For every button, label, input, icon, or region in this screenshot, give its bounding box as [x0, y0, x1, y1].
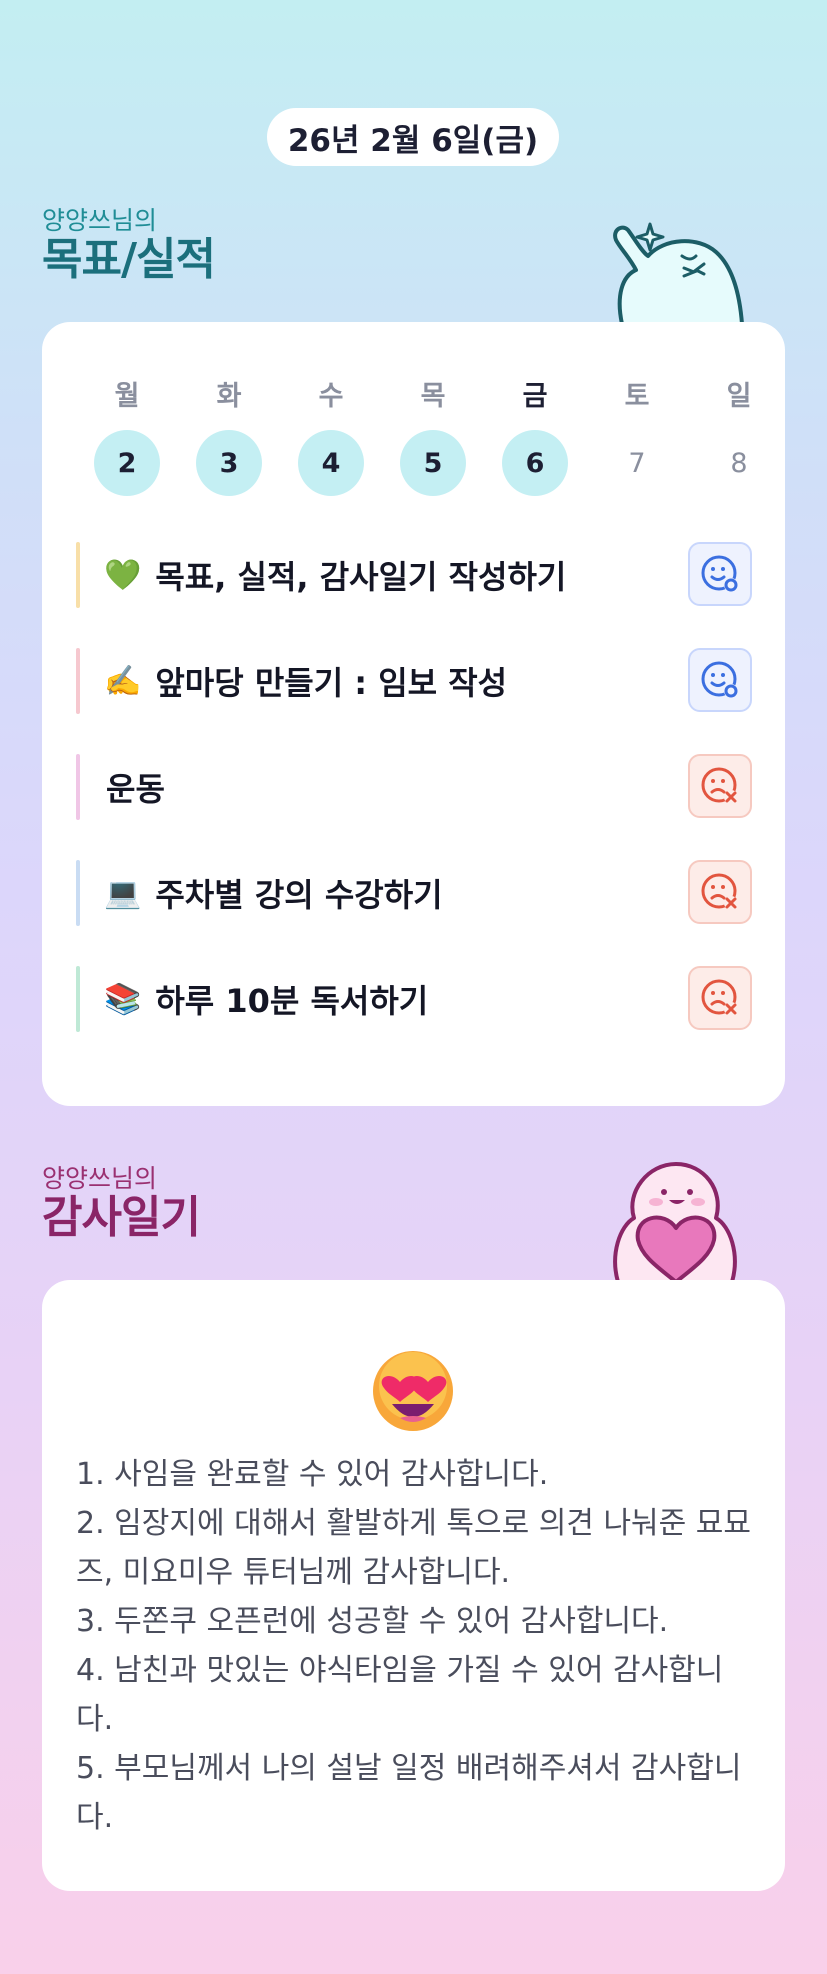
weekday-label-today: 금 — [522, 381, 548, 412]
date-row: 2 3 4 5 6 7 8 — [76, 430, 790, 496]
date-number: 7 — [628, 447, 646, 479]
goal-item: ✍️ 앞마당 만들기 : 임보 작성 — [76, 648, 752, 714]
goals-section-title: 목표/실적 — [42, 234, 216, 285]
gratitude-section-header: 양양쓰님의 감사일기 — [42, 1164, 201, 1243]
goal-item: 📚 하루 10분 독서하기 — [76, 966, 752, 1032]
goal-text: 하루 10분 독서하기 — [155, 982, 429, 1020]
weekday-header-row: 월 화 수 목 금 토 일 — [76, 374, 790, 413]
gratitude-card: 1. 사임을 완료할 수 있어 감사합니다. 2. 임장지에 대해서 활발하게 … — [42, 1280, 785, 1891]
smile-check-icon — [701, 555, 738, 592]
date-cell[interactable]: 4 — [280, 430, 382, 496]
goal-text: 주차별 강의 수강하기 — [155, 876, 443, 914]
goal-accent-bar — [76, 860, 80, 926]
gratitude-line: 3. 두쫀쿠 오픈런에 성공할 수 있어 감사합니다. — [76, 1604, 669, 1639]
date-cell[interactable]: 8 — [688, 430, 790, 496]
date-number: 5 — [400, 430, 466, 496]
goal-label: 💻 주차별 강의 수강하기 — [104, 860, 443, 926]
smile-check-icon — [701, 661, 738, 698]
goal-accent-bar — [76, 542, 80, 608]
goal-item: 💻 주차별 강의 수강하기 — [76, 860, 752, 926]
goal-label: 💚 목표, 실적, 감사일기 작성하기 — [104, 542, 566, 608]
goal-status-fail-button[interactable] — [688, 860, 752, 924]
heart-eyes-emoji-icon — [373, 1351, 453, 1431]
date-number: 2 — [94, 430, 160, 496]
gratitude-line: 2. 임장지에 대해서 활발하게 톡으로 의견 나눠준 묘묘즈, 미요미우 튜터… — [76, 1506, 751, 1590]
gratitude-line: 5. 부모님께서 나의 설날 일정 배려해주셔서 감사합니다. — [76, 1751, 742, 1835]
gratitude-section-title: 감사일기 — [42, 1192, 201, 1243]
gratitude-owner-label: 양양쓰님의 — [42, 1164, 158, 1193]
weekday-label: 일 — [726, 381, 752, 412]
goal-label: 📚 하루 10분 독서하기 — [104, 966, 428, 1032]
date-number: 6 — [502, 430, 568, 496]
sad-x-icon — [701, 767, 738, 804]
goal-status-success-button[interactable] — [688, 542, 752, 606]
date-number: 3 — [196, 430, 262, 496]
date-cell[interactable]: 7 — [586, 430, 688, 496]
weekday-label: 토 — [624, 381, 650, 412]
gratitude-line: 1. 사임을 완료할 수 있어 감사합니다. — [76, 1457, 549, 1492]
sad-x-icon — [701, 979, 738, 1016]
goal-text: 앞마당 만들기 : 임보 작성 — [155, 664, 508, 702]
goal-status-fail-button[interactable] — [688, 754, 752, 818]
goals-section-header: 양양쓰님의 목표/실적 — [42, 206, 216, 285]
goal-item: 운동 — [76, 754, 752, 820]
goal-text: 운동 — [106, 770, 165, 808]
goal-accent-bar — [76, 966, 80, 1032]
date-number: 4 — [298, 430, 364, 496]
goals-card: 월 화 수 목 금 토 일 2 3 4 5 6 7 8 💚 목표, 실적, 감사… — [42, 322, 785, 1106]
green-heart-icon: 💚 — [104, 557, 142, 593]
weekday-label: 화 — [216, 381, 242, 412]
cheering-mascot-icon — [613, 222, 744, 324]
date-display: 26년 2월 6일(금) — [267, 108, 559, 166]
goal-label: 운동 — [106, 754, 165, 820]
goals-owner-label: 양양쓰님의 — [42, 206, 158, 235]
date-cell[interactable]: 2 — [76, 430, 178, 496]
heart-mascot-icon — [613, 1162, 737, 1282]
goal-accent-bar — [76, 648, 80, 714]
weekday-label: 수 — [318, 381, 344, 412]
sad-x-icon — [701, 873, 738, 910]
laptop-icon: 💻 — [104, 875, 142, 911]
goal-text: 목표, 실적, 감사일기 작성하기 — [155, 558, 567, 596]
goal-accent-bar — [76, 754, 80, 820]
date-cell[interactable]: 5 — [382, 430, 484, 496]
date-cell-today[interactable]: 6 — [484, 430, 586, 496]
goal-status-success-button[interactable] — [688, 648, 752, 712]
writing-hand-icon: ✍️ — [104, 663, 142, 699]
books-icon: 📚 — [104, 981, 142, 1017]
gratitude-line: 4. 남친과 맛있는 야식타임을 가질 수 있어 감사합니다. — [76, 1653, 724, 1737]
date-cell[interactable]: 3 — [178, 430, 280, 496]
weekday-label: 목 — [420, 381, 446, 412]
weekday-label: 월 — [114, 381, 140, 412]
goal-label: ✍️ 앞마당 만들기 : 임보 작성 — [104, 648, 507, 714]
date-number: 8 — [730, 447, 748, 479]
gratitude-text: 1. 사임을 완료할 수 있어 감사합니다. 2. 임장지에 대해서 활발하게 … — [76, 1450, 756, 1842]
goal-status-fail-button[interactable] — [688, 966, 752, 1030]
goal-item: 💚 목표, 실적, 감사일기 작성하기 — [76, 542, 752, 608]
